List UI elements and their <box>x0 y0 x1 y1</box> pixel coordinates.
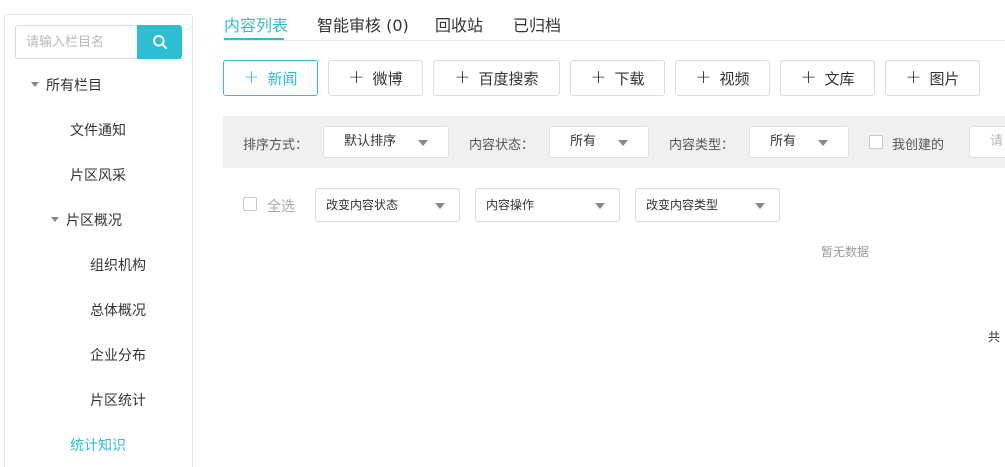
plus-icon: + <box>243 65 260 88</box>
tree-item-enterprise-distribution[interactable]: 企业分布 <box>90 345 146 365</box>
caret-down-icon[interactable] <box>51 216 59 222</box>
type-value: 所有 <box>770 134 797 149</box>
button-label: 新闻 <box>267 69 298 88</box>
status-label: 内容状态： <box>469 138 535 153</box>
pagination-total: 共 <box>988 330 1001 344</box>
column-search <box>15 25 182 59</box>
chevron-down-icon <box>418 140 428 146</box>
filter-search-input[interactable]: 请 <box>969 126 1005 158</box>
tree-item-label: 片区风采 <box>70 168 126 184</box>
add-baidu-search-button[interactable]: + 百度搜索 <box>433 60 560 96</box>
search-icon <box>152 35 167 49</box>
tree-item-all-columns[interactable]: 所有栏目 <box>31 75 102 95</box>
button-label: 百度搜索 <box>478 69 539 88</box>
chevron-down-icon <box>755 203 765 209</box>
sort-value: 默认排序 <box>344 134 397 149</box>
filter-search-placeholder: 请 <box>990 134 1004 149</box>
status-value: 所有 <box>570 134 597 149</box>
chevron-down-icon <box>595 203 605 209</box>
chevron-down-icon <box>618 140 628 146</box>
tree-item-label: 所有栏目 <box>46 78 102 94</box>
content-ops-select[interactable]: 内容操作 <box>475 188 620 222</box>
plus-icon: + <box>800 65 817 88</box>
tree-item-label: 统计知识 <box>70 438 126 454</box>
column-search-input[interactable] <box>15 25 138 59</box>
plus-icon: + <box>348 65 365 88</box>
sidebar: 所有栏目 文件通知 片区风采 片区概况 组织机构 总体概况 企业分布 片区统计 … <box>4 14 193 467</box>
tree-item-label: 组织机构 <box>90 258 146 274</box>
plus-icon: + <box>695 65 712 88</box>
tree-item-label: 文件通知 <box>70 123 126 139</box>
change-status-select[interactable]: 改变内容状态 <box>315 188 460 222</box>
created-by-me-checkbox[interactable] <box>869 135 883 149</box>
tree-item-file-notice[interactable]: 文件通知 <box>70 120 126 140</box>
filter-bar: 排序方式： 默认排序 内容状态： 所有 内容类型： 所有 我创建的 请 <box>223 116 1005 168</box>
plus-icon: + <box>454 65 471 88</box>
tree-item-statistics-knowledge[interactable]: 统计知识 <box>70 435 126 455</box>
select-all-checkbox[interactable] <box>243 197 257 211</box>
change-type-select[interactable]: 改变内容类型 <box>635 188 780 222</box>
button-label: 图片 <box>929 69 960 88</box>
tab-archived[interactable]: 已归档 <box>513 12 561 36</box>
add-news-button[interactable]: + 新闻 <box>223 60 318 96</box>
add-download-button[interactable]: + 下载 <box>570 60 665 96</box>
status-select[interactable]: 所有 <box>549 126 649 158</box>
sort-label: 排序方式： <box>243 138 309 153</box>
tree-item-label: 企业分布 <box>90 348 146 364</box>
add-library-button[interactable]: + 文库 <box>780 60 875 96</box>
tree-item-district-statistics[interactable]: 片区统计 <box>90 390 146 410</box>
sort-select[interactable]: 默认排序 <box>323 126 449 158</box>
tab-smart-review[interactable]: 智能审核 (0) <box>317 12 409 36</box>
search-button[interactable] <box>137 25 182 59</box>
button-label: 文库 <box>824 69 855 88</box>
select-all-label: 全选 <box>267 199 295 215</box>
plus-icon: + <box>590 65 607 88</box>
plus-icon: + <box>905 65 922 88</box>
tree-item-label: 片区统计 <box>90 393 146 409</box>
tree-item-district-overview[interactable]: 片区概况 <box>51 210 122 230</box>
button-label: 视频 <box>719 69 750 88</box>
content-ops-label: 内容操作 <box>486 198 535 212</box>
tree-item-organization[interactable]: 组织机构 <box>90 255 146 275</box>
button-label: 微博 <box>372 69 403 88</box>
empty-state-text: 暂无数据 <box>821 245 870 259</box>
tree-item-general-overview[interactable]: 总体概况 <box>90 300 146 320</box>
change-type-label: 改变内容类型 <box>646 198 719 212</box>
tab-recycle-bin[interactable]: 回收站 <box>435 12 483 36</box>
add-weibo-button[interactable]: + 微博 <box>328 60 423 96</box>
created-by-me-label: 我创建的 <box>892 138 945 153</box>
chevron-down-icon <box>818 140 828 146</box>
tab-bar: 内容列表 智能审核 (0) 回收站 已归档 <box>223 0 1005 41</box>
caret-down-icon[interactable] <box>31 81 39 87</box>
tab-content-list[interactable]: 内容列表 <box>224 12 288 36</box>
active-tab-indicator <box>224 38 284 40</box>
tree-item-label: 片区概况 <box>66 213 122 229</box>
type-select[interactable]: 所有 <box>749 126 849 158</box>
tree-item-district-style[interactable]: 片区风采 <box>70 165 126 185</box>
add-video-button[interactable]: + 视频 <box>675 60 770 96</box>
tree-item-label: 总体概况 <box>90 303 146 319</box>
button-label: 下载 <box>614 69 645 88</box>
add-image-button[interactable]: + 图片 <box>885 60 980 96</box>
type-label: 内容类型： <box>669 138 735 153</box>
chevron-down-icon <box>435 203 445 209</box>
change-status-label: 改变内容状态 <box>326 198 399 212</box>
